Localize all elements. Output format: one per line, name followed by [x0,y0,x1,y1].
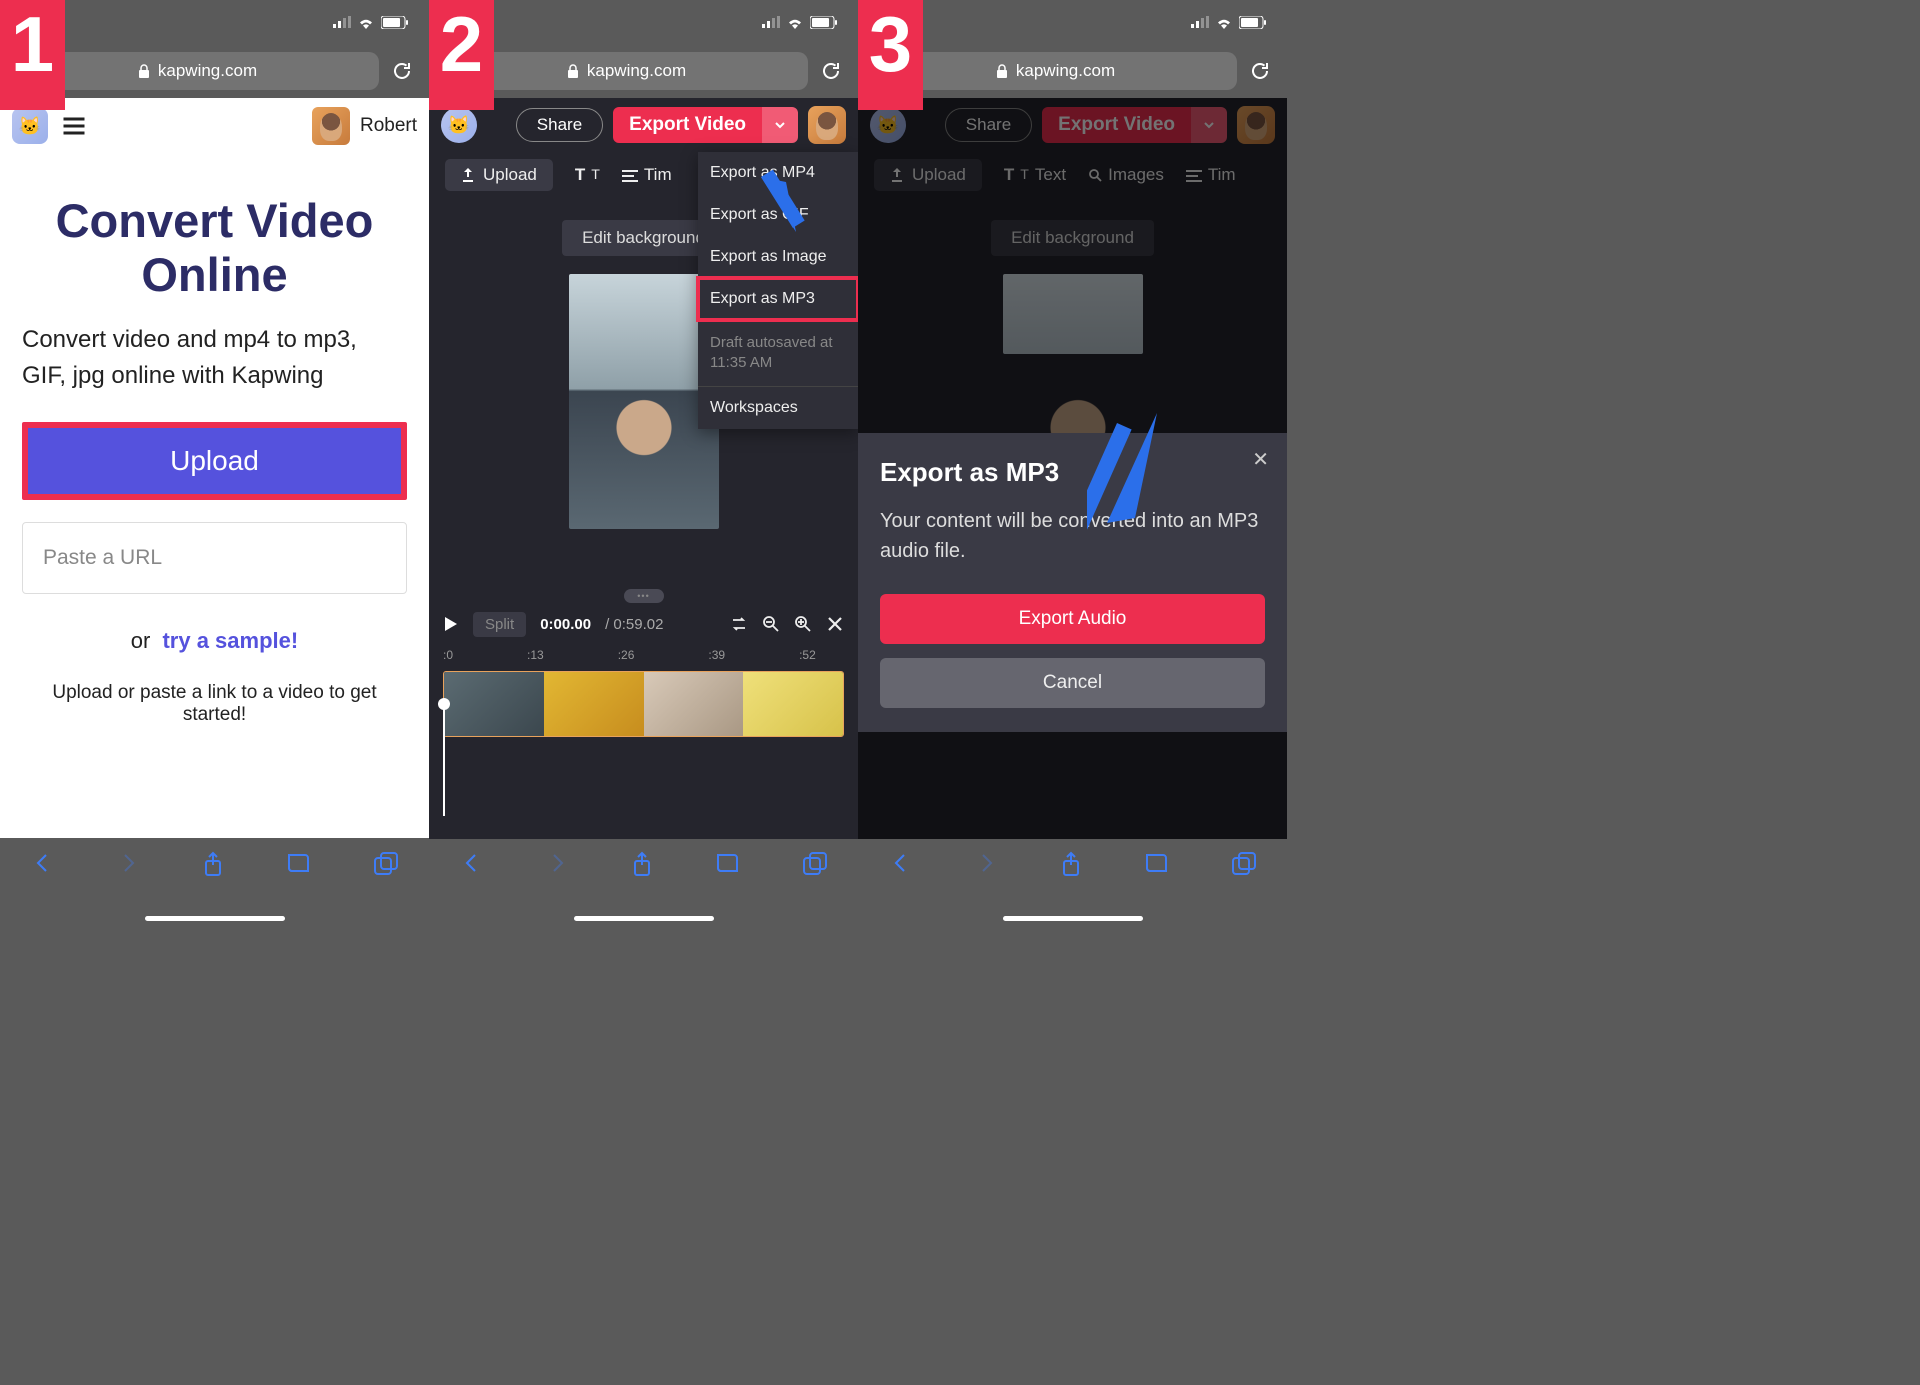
step-number-badge: 2 [429,0,494,110]
split-button[interactable]: Split [473,612,526,637]
bookmarks-icon[interactable] [286,851,312,875]
wifi-icon [786,16,804,29]
editor-upload-button[interactable]: Upload [445,159,553,191]
home-indicator [145,916,285,921]
wifi-icon [1215,16,1233,29]
address-bar[interactable]: kapwing.com [874,52,1237,90]
modal-body: Your content will be converted into an M… [880,506,1265,566]
lock-icon [567,64,579,78]
back-icon[interactable] [460,851,484,875]
timeline-clip[interactable] [743,672,843,736]
battery-icon [1239,16,1267,29]
timeline-tool-label: Tim [644,165,672,185]
kapwing-logo[interactable]: 🐱 [12,108,48,144]
loop-icon[interactable] [730,617,748,631]
export-mp3-item[interactable]: Export as MP3 [698,278,858,320]
forward-icon [116,851,140,875]
bookmarks-icon[interactable] [715,851,741,875]
cellular-icon [762,16,780,28]
address-domain: kapwing.com [587,61,686,81]
cellular-icon [1191,16,1209,28]
or-label: or [131,628,151,653]
modal-title: Export as MP3 [880,457,1265,488]
paste-url-input[interactable]: Paste a URL [22,522,407,594]
timeline-clip[interactable] [644,672,744,736]
timeline-tool[interactable]: Tim [622,165,672,185]
user-name: Robert [360,115,417,137]
avatar[interactable] [312,107,350,145]
close-timeline-icon[interactable] [826,615,844,633]
kapwing-logo[interactable]: 🐱 [441,107,477,143]
cancel-button[interactable]: Cancel [880,658,1265,708]
address-domain: kapwing.com [1016,61,1115,81]
tabs-icon[interactable] [802,851,828,877]
share-button[interactable]: Share [516,108,603,142]
address-domain: kapwing.com [158,61,257,81]
step-number-badge: 1 [0,0,65,110]
timeline-icon [622,168,638,182]
chevron-down-icon [773,118,787,132]
upload-icon [461,168,475,182]
autosave-status: Draft autosaved at 11:35 AM [698,320,858,386]
export-mp3-modal: ✕ Export as MP3 Your content will be con… [858,433,1287,732]
wifi-icon [357,16,375,29]
cellular-icon [333,16,351,28]
share-icon[interactable] [630,851,654,879]
export-dropdown-menu: Export as MP4 Export as GIF Export as Im… [698,152,858,429]
lock-icon [138,64,150,78]
playhead[interactable] [443,706,445,816]
export-video-button[interactable]: Export Video [613,107,762,143]
step-number-badge: 3 [858,0,923,110]
home-indicator [1003,916,1143,921]
current-time: 0:00.00 [540,616,591,633]
export-image-item[interactable]: Export as Image [698,236,858,278]
reload-icon[interactable] [391,60,413,82]
timeline-ruler: :0 :13 :26 :39 :52 [429,645,858,665]
share-icon[interactable] [201,851,225,879]
reload-icon[interactable] [1249,60,1271,82]
export-audio-button[interactable]: Export Audio [880,594,1265,644]
share-icon[interactable] [1059,851,1083,879]
timeline-drag-handle[interactable]: ••• [624,589,664,603]
forward-icon [974,851,998,875]
reload-icon[interactable] [820,60,842,82]
forward-icon [545,851,569,875]
lock-icon [996,64,1008,78]
avatar[interactable] [808,106,846,144]
home-indicator [574,916,714,921]
export-mp4-item[interactable]: Export as MP4 [698,152,858,194]
video-preview[interactable] [569,274,719,529]
battery-icon [381,16,409,29]
battery-icon [810,16,838,29]
text-tool[interactable]: TT [575,165,600,185]
upload-button[interactable]: Upload [22,422,407,500]
try-sample-link[interactable]: try a sample! [162,628,298,653]
duration: / 0:59.02 [605,616,663,633]
back-icon[interactable] [31,851,55,875]
timeline-track[interactable] [443,671,844,737]
timeline-clip[interactable] [544,672,644,736]
zoom-out-icon[interactable] [762,615,780,633]
hamburger-menu-icon[interactable] [60,112,88,140]
page-subtitle: Convert video and mp4 to mp3, GIF, jpg o… [0,322,429,394]
footer-helper-text: Upload or paste a link to a video to get… [0,682,429,726]
tabs-icon[interactable] [373,851,399,877]
export-dropdown-toggle[interactable] [762,107,798,143]
timeline-clip[interactable] [444,672,544,736]
export-gif-item[interactable]: Export as GIF [698,194,858,236]
close-icon[interactable]: ✕ [1252,447,1269,472]
back-icon[interactable] [889,851,913,875]
address-bar[interactable]: kapwing.com [16,52,379,90]
address-bar[interactable]: kapwing.com [445,52,808,90]
tabs-icon[interactable] [1231,851,1257,877]
page-title: Convert Video Online [0,154,429,322]
editor-upload-label: Upload [483,165,537,185]
play-icon[interactable] [443,616,459,632]
bookmarks-icon[interactable] [1144,851,1170,875]
zoom-in-icon[interactable] [794,615,812,633]
workspaces-item[interactable]: Workspaces [698,386,858,429]
